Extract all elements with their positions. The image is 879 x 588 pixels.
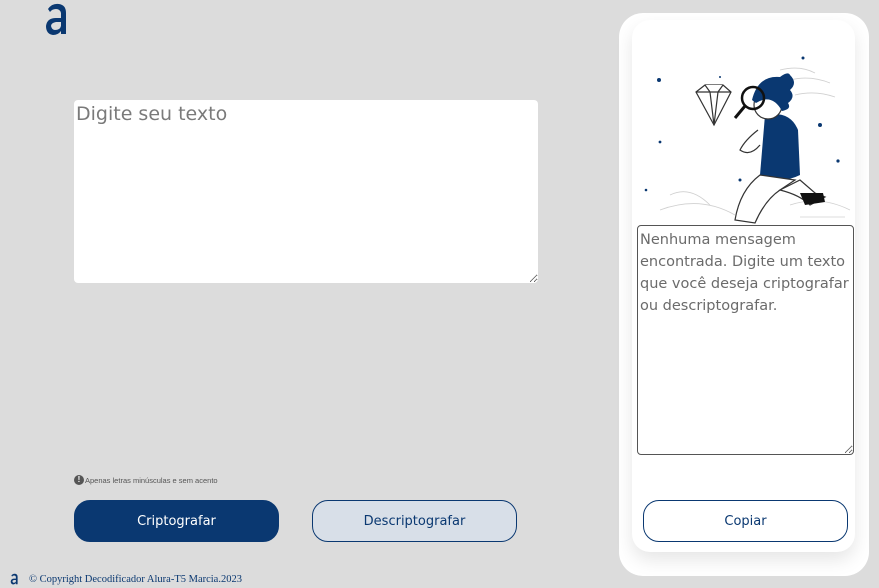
info-icon: ! [74,475,84,485]
footer: © Copyright Decodificador Alura-T5 Marci… [10,571,242,587]
alura-logo-icon[interactable] [44,0,70,38]
decrypt-button[interactable]: Descriptografar [312,500,517,542]
copy-button[interactable]: Copiar [643,500,848,542]
output-textarea[interactable] [637,225,854,455]
person-with-magnifying-glass-illustration [644,56,851,224]
hint-text: Apenas letras minúsculas e sem acento [85,475,218,485]
footer-text: © Copyright Decodificador Alura-T5 Marci… [29,573,242,585]
hint: ! Apenas letras minúsculas e sem acento [74,475,218,485]
text-input[interactable] [74,100,538,283]
encrypt-button[interactable]: Criptografar [74,500,279,542]
alura-logo-small-icon [10,573,18,585]
